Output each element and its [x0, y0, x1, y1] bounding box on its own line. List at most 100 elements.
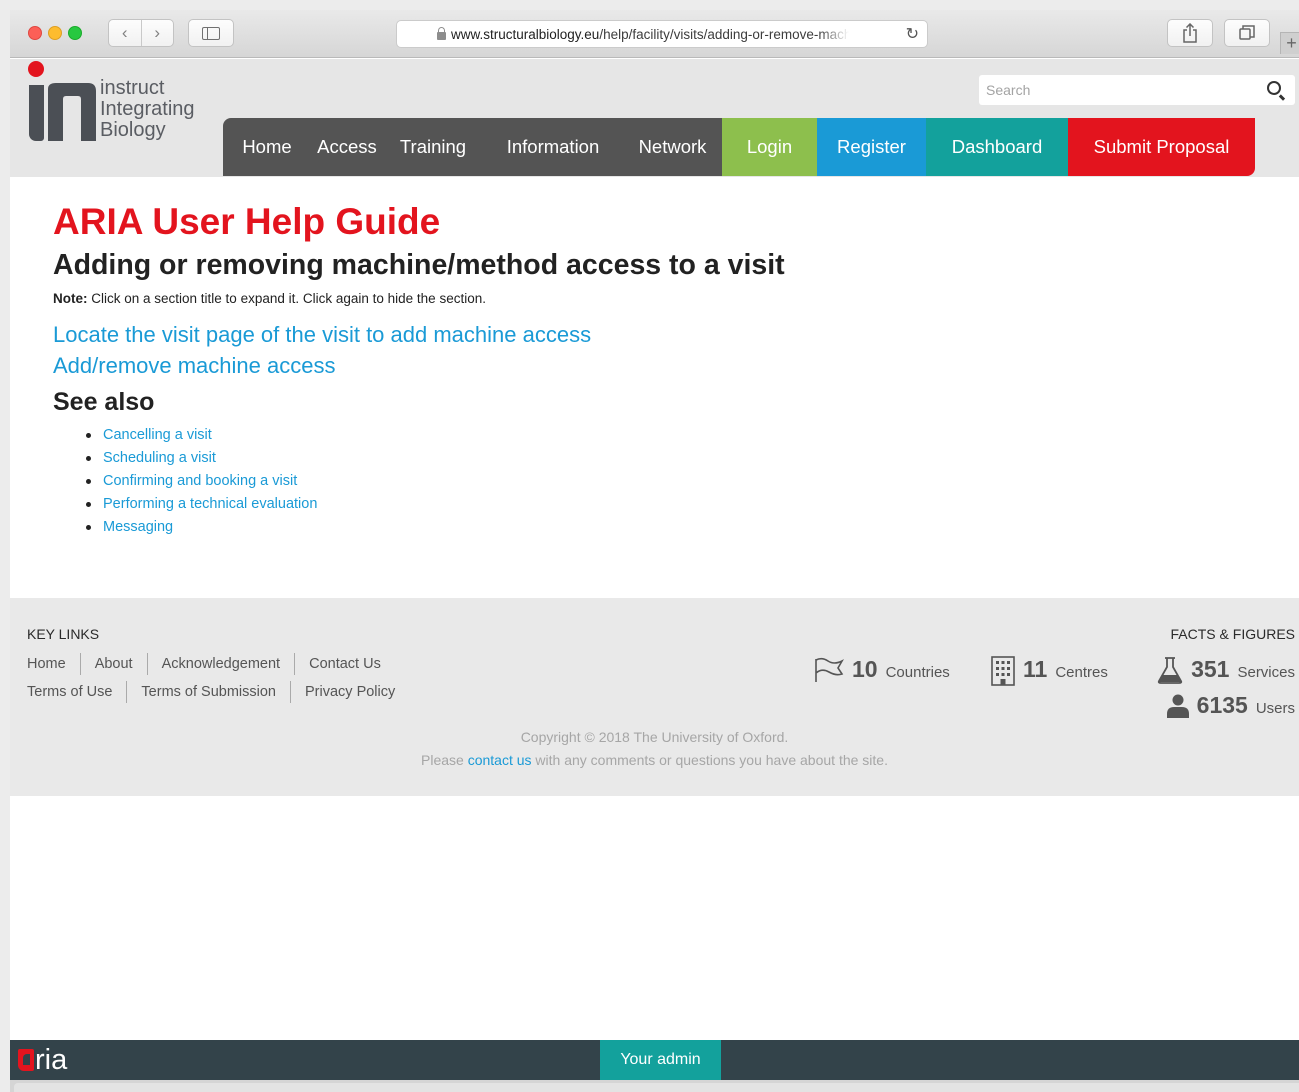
logo-line-1: instruct [100, 77, 165, 99]
related-link-confirming[interactable]: Confirming and booking a visit [103, 473, 297, 489]
user-icon [1166, 694, 1189, 718]
share-button[interactable] [1167, 19, 1213, 47]
fact-services-label: Services [1237, 664, 1295, 681]
note-text: Click on a section title to expand it. C… [87, 291, 486, 306]
tabs-icon [1239, 25, 1255, 40]
fact-centres-value: 11 [1023, 656, 1048, 682]
nav-register[interactable]: Register [817, 118, 926, 176]
nav-network[interactable]: Network [623, 118, 722, 176]
logo-line-3: Biology [100, 119, 166, 141]
footer-link-privacy-policy[interactable]: Privacy Policy [290, 681, 409, 703]
sidebar-toggle-button[interactable] [188, 19, 234, 47]
search-icon[interactable] [1267, 81, 1281, 95]
contact-post: with any comments or questions you have … [531, 752, 888, 768]
fact-services-value: 351 [1191, 656, 1230, 682]
url-path: /help/facility/visits/adding-or-remove-m… [599, 26, 850, 42]
share-icon [1183, 23, 1197, 43]
see-also-heading: See also [53, 388, 155, 416]
footer-link-contact-us[interactable]: Contact Us [294, 653, 395, 675]
fact-centres-label: Centres [1055, 664, 1108, 681]
reload-icon[interactable]: ↻ [906, 24, 919, 44]
fact-users-label: Users [1255, 700, 1295, 717]
list-item: Confirming and booking a visit [86, 470, 785, 493]
fact-countries-value: 10 [852, 656, 878, 682]
forward-icon[interactable]: › [142, 20, 174, 46]
bottom-panel-edge [10, 1080, 1299, 1092]
lock-icon [437, 27, 446, 40]
related-link-messaging[interactable]: Messaging [103, 519, 173, 535]
nav-training[interactable]: Training [383, 118, 483, 176]
note-label: Note: [53, 291, 88, 306]
nav-dashboard[interactable]: Dashboard [926, 118, 1068, 176]
logo-dot [28, 61, 44, 77]
sidebar-icon [202, 26, 220, 40]
contact-pre: Please [421, 752, 468, 768]
nav-access[interactable]: Access [311, 118, 383, 176]
list-item: Performing a technical evaluation [86, 493, 785, 516]
facts-title: FACTS & FIGURES [1170, 626, 1295, 642]
list-item: Cancelling a visit [86, 424, 785, 447]
site-footer: KEY LINKS Home About Acknowledgement Con… [10, 598, 1299, 796]
minimize-window-button[interactable] [48, 26, 62, 40]
logo-i-shape [29, 85, 44, 141]
browser-window: ‹ › www.structuralbiology.eu/help/facili… [10, 10, 1299, 1092]
footer-link-home[interactable]: Home [27, 653, 80, 675]
contact-line: Please contact us with any comments or q… [10, 749, 1299, 772]
nav-submit-proposal[interactable]: Submit Proposal [1068, 118, 1255, 176]
footer-link-terms-of-submission[interactable]: Terms of Submission [126, 681, 290, 703]
logo-n-shape [48, 83, 96, 141]
flask-icon [1157, 657, 1183, 684]
url-host: www.structuralbiology.eu [451, 26, 600, 42]
aria-logo-mark [18, 1049, 34, 1071]
search-input[interactable] [979, 82, 1249, 98]
related-links-list: Cancelling a visit Scheduling a visit Co… [86, 424, 785, 539]
close-window-button[interactable] [28, 26, 42, 40]
search-box [979, 75, 1295, 105]
fact-countries-label: Countries [885, 664, 950, 681]
site-header: instruct Integrating Biology Home Access… [10, 59, 1299, 177]
building-icon [991, 656, 1015, 686]
page-subtitle: Adding or removing machine/method access… [53, 249, 785, 281]
nav-home[interactable]: Home [223, 118, 311, 176]
fact-users: 6135 Users [1166, 692, 1295, 719]
aria-logo[interactable]: ria [18, 1045, 67, 1075]
nav-login[interactable]: Login [722, 118, 817, 176]
key-links-title: KEY LINKS [27, 626, 100, 642]
related-link-cancelling[interactable]: Cancelling a visit [103, 427, 212, 443]
copyright-block: Copyright © 2018 The University of Oxfor… [10, 726, 1299, 772]
related-link-technical-evaluation[interactable]: Performing a technical evaluation [103, 496, 317, 512]
section-title-add-remove[interactable]: Add/remove machine access [53, 350, 785, 381]
contact-us-link[interactable]: contact us [468, 752, 532, 768]
fact-countries: 10 Countries [814, 656, 950, 683]
main-nav: Home Access Training Information Network… [223, 118, 1255, 176]
flag-icon [815, 657, 844, 682]
zoom-window-button[interactable] [68, 26, 82, 40]
section-title-locate-visit[interactable]: Locate the visit page of the visit to ad… [53, 319, 785, 350]
fact-centres: 11 Centres [991, 656, 1108, 686]
browser-toolbar: ‹ › www.structuralbiology.eu/help/facili… [10, 10, 1299, 58]
footer-link-acknowledgement[interactable]: Acknowledgement [146, 653, 295, 675]
aria-logo-text: ria [35, 1044, 68, 1076]
aria-toolbar: ria Your admin [10, 1040, 1299, 1080]
list-item: Scheduling a visit [86, 447, 785, 470]
address-bar[interactable]: www.structuralbiology.eu/help/facility/v… [396, 20, 928, 48]
footer-link-terms-of-use[interactable]: Terms of Use [27, 681, 126, 703]
key-links-row-1: Home About Acknowledgement Contact Us [27, 653, 395, 675]
page-title: ARIA User Help Guide [53, 201, 441, 242]
tab-overview-button[interactable] [1224, 19, 1270, 47]
your-admin-button[interactable]: Your admin [600, 1040, 721, 1080]
fact-services: 351 Services [1157, 656, 1295, 684]
back-icon[interactable]: ‹ [109, 20, 142, 46]
logo-text: instruct Integrating Biology [100, 78, 195, 141]
related-link-scheduling[interactable]: Scheduling a visit [103, 450, 216, 466]
list-item: Messaging [86, 516, 785, 539]
main-content: ARIA User Help Guide Adding or removing … [53, 198, 785, 539]
help-note: Note: Click on a section title to expand… [53, 291, 785, 306]
new-tab-button[interactable]: + [1280, 32, 1299, 54]
nav-information[interactable]: Information [483, 118, 623, 176]
key-links-row-2: Terms of Use Terms of Submission Privacy… [27, 681, 409, 703]
history-nav: ‹ › [108, 19, 174, 47]
logo-line-2: Integrating [100, 98, 195, 120]
copyright-text: Copyright © 2018 The University of Oxfor… [520, 729, 789, 745]
footer-link-about[interactable]: About [79, 653, 147, 675]
